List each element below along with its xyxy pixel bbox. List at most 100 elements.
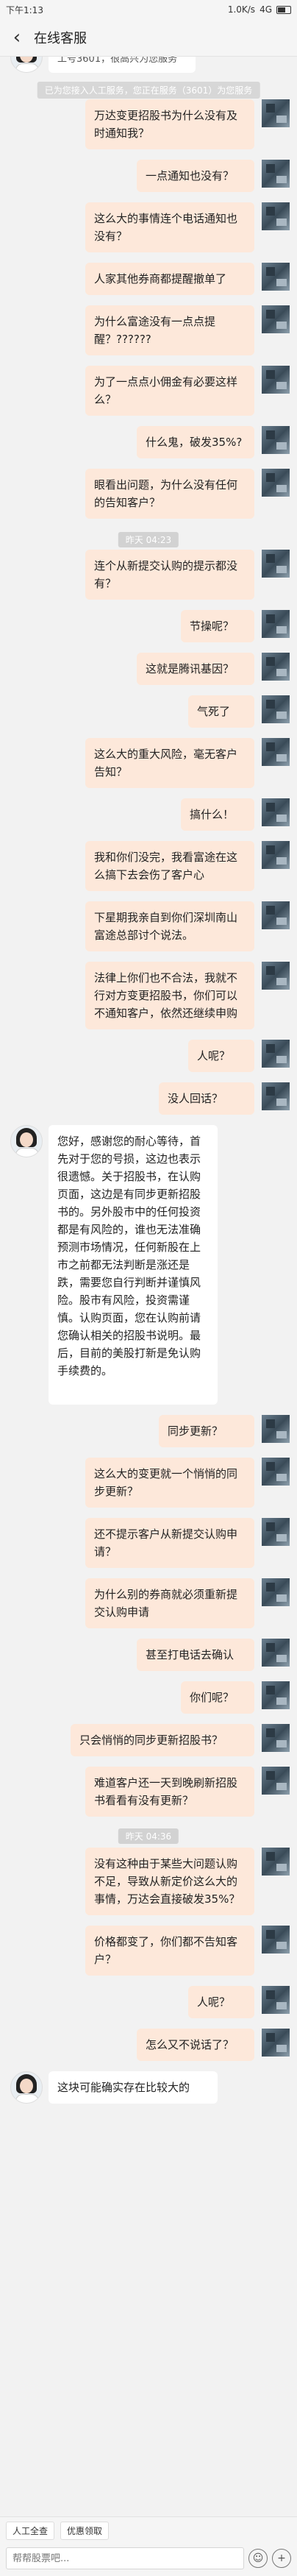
user-avatar[interactable] — [262, 1040, 290, 1068]
user-message-bubble[interactable]: 没有这种由于某些大问题认购不足，导致从新定价这么大的事情，万达会直接破发35%？ — [85, 1848, 254, 1915]
user-message-bubble[interactable]: 价格都变了，你们都不告知客户？ — [85, 1926, 254, 1976]
user-avatar[interactable] — [262, 1926, 290, 1954]
user-avatar[interactable] — [262, 695, 290, 723]
user-message-bubble[interactable]: 只会悄悄的同步更新招股书？ — [71, 1724, 254, 1756]
user-message-bubble[interactable]: 这么大的重大风险，毫无客户告知？ — [85, 738, 254, 788]
message-input[interactable] — [6, 2547, 244, 2569]
user-message-bubble[interactable]: 搞什么！ — [181, 798, 254, 831]
user-message-bubble[interactable]: 甚至打电话去确认 — [137, 1639, 254, 1671]
user-message-bubble[interactable]: 连个从新提交认购的提示都没有？ — [85, 550, 254, 600]
user-message-bubble[interactable]: 这么大的事情连个电话通知也没有？ — [85, 202, 254, 252]
user-avatar[interactable] — [262, 1578, 290, 1606]
user-message-row: 气死了 — [0, 695, 297, 728]
user-avatar[interactable] — [262, 99, 290, 127]
user-message-bubble[interactable]: 这么大的变更就一个悄悄的同步更新？ — [85, 1458, 254, 1508]
user-avatar[interactable] — [262, 738, 290, 766]
user-message-bubble[interactable]: 下星期我亲自到你们深圳南山富途总部讨个说法。 — [85, 901, 254, 951]
user-message-bubble[interactable]: 还不提示客户从新提交认购申请？ — [85, 1518, 254, 1568]
user-message-row: 这么大的事情连个电话通知也没有？ — [0, 202, 297, 252]
timestamp: 昨天 04:36 — [118, 1828, 179, 1844]
signal-label: 4G — [260, 4, 272, 15]
user-avatar[interactable] — [262, 426, 290, 454]
user-message-bubble[interactable]: 法律上你们也不合法，我就不行对方变更招股书，你们可以不通知客户，依然还继续申购 — [85, 962, 254, 1029]
user-avatar[interactable] — [262, 1724, 290, 1752]
user-message-row: 难道客户还一天到晚刷新招股书看看有没有更新？ — [0, 1767, 297, 1817]
user-message-bubble[interactable]: 眼看出问题，为什么没有任何的告知客户？ — [85, 469, 254, 519]
partial-greeting-bubble: 工号3601，很高兴为您服务 — [49, 57, 196, 73]
user-avatar[interactable] — [262, 550, 290, 578]
user-avatar[interactable] — [262, 469, 290, 497]
agent-message-row: 这块可能确实存在比较大的 — [0, 2071, 297, 2104]
system-notice: 已为您接入人工服务，您正在服务（3601）为您服务 — [37, 82, 260, 99]
plus-icon[interactable]: + — [272, 2549, 291, 2568]
user-avatar[interactable] — [262, 263, 290, 291]
user-message-bubble[interactable]: 难道客户还一天到晚刷新招股书看看有没有更新？ — [85, 1767, 254, 1817]
user-message-bubble[interactable]: 万达变更招股书为什么没有及时通知我？ — [85, 99, 254, 149]
user-avatar[interactable] — [262, 1986, 290, 2014]
agent-message-bubble[interactable]: 这块可能确实存在比较大的 — [49, 2071, 218, 2104]
user-message-bubble[interactable]: 同步更新？ — [159, 1415, 254, 1447]
user-message-bubble[interactable]: 为什么别的券商就必须重新提交认购申请 — [85, 1578, 254, 1628]
user-message-bubble[interactable]: 一点通知也没有？ — [137, 160, 254, 192]
user-message-bubble[interactable]: 人呢？ — [188, 1986, 254, 2018]
quick-reply-chip[interactable]: 人工全查 — [6, 2522, 55, 2540]
timestamp: 昨天 04:23 — [118, 532, 179, 547]
back-arrow-icon[interactable]: ‹ — [0, 19, 34, 56]
emoji-icon[interactable]: ☺ — [248, 2549, 268, 2568]
user-avatar[interactable] — [262, 901, 290, 929]
agent-avatar[interactable] — [10, 2071, 43, 2104]
bottom-bar: 人工全查优惠领取 ☺ + — [0, 2516, 297, 2576]
user-message-row: 怎么又不说话了？ — [0, 2029, 297, 2061]
user-message-bubble[interactable]: 人呢？ — [188, 1040, 254, 1072]
user-avatar[interactable] — [262, 305, 290, 333]
user-avatar[interactable] — [262, 366, 290, 394]
user-message-row: 没人回话？ — [0, 1082, 297, 1115]
user-avatar[interactable] — [262, 1848, 290, 1876]
user-message-row: 价格都变了，你们都不告知客户？ — [0, 1926, 297, 1976]
user-message-bubble[interactable]: 为什么富途没有一点点提醒？?????? — [85, 305, 254, 355]
agent-message-bubble[interactable]: 您好，感谢您的耐心等待，首先对于您的号损，这边也表示很遗憾。关于招股书，在认购页… — [49, 1125, 218, 1405]
user-message-row: 为了一点点小佣金有必要这样么？ — [0, 366, 297, 416]
user-avatar[interactable] — [262, 160, 290, 188]
agent-avatar[interactable] — [10, 1125, 43, 1157]
user-message-bubble[interactable]: 怎么又不说话了？ — [137, 2029, 254, 2061]
user-avatar[interactable] — [262, 841, 290, 869]
status-time: 下午1:13 — [6, 4, 43, 15]
user-message-row: 这么大的重大风险，毫无客户告知？ — [0, 738, 297, 788]
user-avatar[interactable] — [262, 653, 290, 681]
quick-reply-chip[interactable]: 优惠领取 — [60, 2522, 110, 2540]
user-message-row: 眼看出问题，为什么没有任何的告知客户？ — [0, 469, 297, 519]
user-message-row: 我和你们没完，我看富途在这么搞下去会伤了客户心 — [0, 841, 297, 891]
user-message-bubble[interactable]: 人家其他券商都提醒撤单了 — [85, 263, 254, 295]
chat-area[interactable]: 工号3601，很高兴为您服务 已为您接入人工服务，您正在服务（3601）为您服务… — [0, 57, 297, 2516]
user-message-bubble[interactable]: 为了一点点小佣金有必要这样么？ — [85, 366, 254, 416]
quick-reply-group: 人工全查 优惠领取 — [6, 2522, 110, 2540]
page-title: 在线客服 — [34, 31, 87, 46]
user-avatar[interactable] — [262, 1458, 290, 1486]
user-message-row: 一点通知也没有？ — [0, 160, 297, 192]
user-message-bubble[interactable]: 没人回话？ — [159, 1082, 254, 1115]
user-avatar[interactable] — [262, 1415, 290, 1443]
user-message-bubble[interactable]: 气死了 — [188, 695, 254, 728]
user-message-bubble[interactable]: 节操呢？ — [181, 610, 254, 642]
user-message-bubble[interactable]: 我和你们没完，我看富途在这么搞下去会伤了客户心 — [85, 841, 254, 891]
user-avatar[interactable] — [262, 962, 290, 990]
user-message-bubble[interactable]: 你们呢？ — [181, 1681, 254, 1714]
input-bar: ☺ + — [6, 2547, 291, 2570]
user-avatar[interactable] — [262, 1767, 290, 1795]
user-message-row: 搞什么！ — [0, 798, 297, 831]
user-message-bubble[interactable]: 什么鬼，破发35%? — [137, 426, 254, 458]
user-message-row: 还不提示客户从新提交认购申请？ — [0, 1518, 297, 1568]
user-message-bubble[interactable]: 这就是腾讯基因？ — [137, 653, 254, 685]
user-message-row: 连个从新提交认购的提示都没有？ — [0, 550, 297, 600]
user-message-row: 为什么别的券商就必须重新提交认购申请 — [0, 1578, 297, 1628]
user-avatar[interactable] — [262, 1082, 290, 1110]
user-avatar[interactable] — [262, 1681, 290, 1709]
user-avatar[interactable] — [262, 610, 290, 638]
user-avatar[interactable] — [262, 2029, 290, 2057]
user-avatar[interactable] — [262, 202, 290, 230]
user-message-row: 万达变更招股书为什么没有及时通知我？ — [0, 99, 297, 149]
user-avatar[interactable] — [262, 1639, 290, 1667]
user-avatar[interactable] — [262, 798, 290, 826]
user-avatar[interactable] — [262, 1518, 290, 1546]
